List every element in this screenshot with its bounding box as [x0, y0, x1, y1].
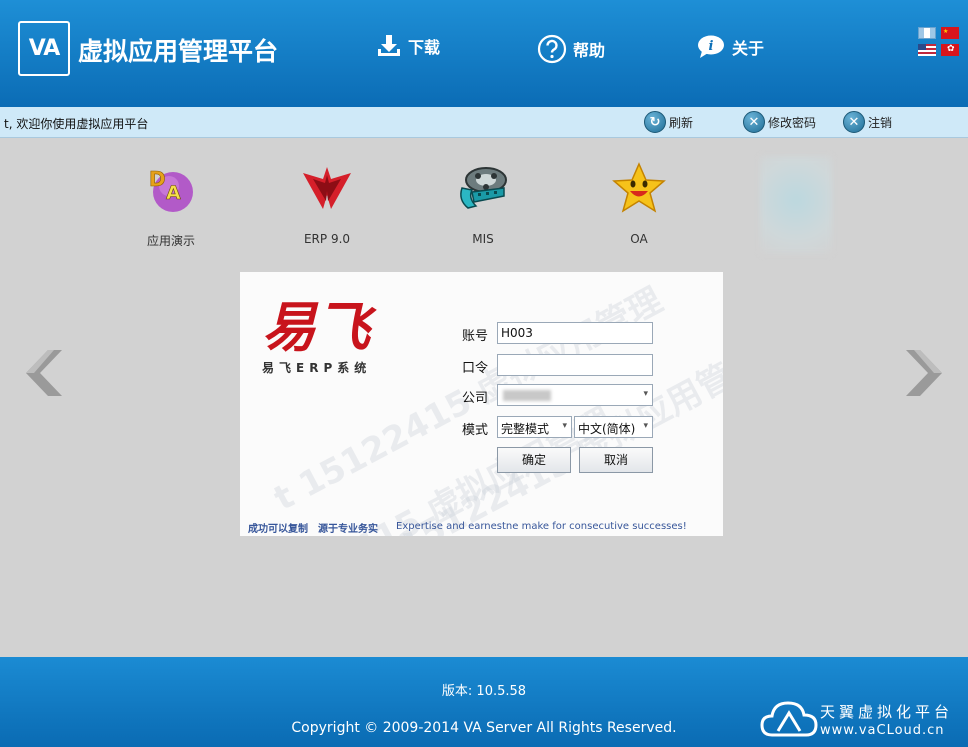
login-panel: t 15122415 虚拟应用管理 t 15122415 虚拟应用管理 t 15… — [240, 272, 723, 536]
svg-text:A: A — [166, 182, 181, 204]
yifei-logo-icon: 易飞 — [262, 295, 377, 359]
flag-hongkong-icon[interactable]: ✿ — [941, 44, 959, 56]
app-tile-oa[interactable]: OA — [589, 158, 689, 246]
header: VA 虚拟应用管理平台 下载 帮助 i 关于 ★ ✿ — [0, 0, 968, 107]
flag-guatemala-icon[interactable] — [918, 27, 936, 39]
nav-about[interactable]: i 关于 — [696, 34, 764, 60]
chevron-down-icon: ▾ — [643, 389, 648, 399]
download-icon — [378, 35, 400, 56]
tianyi-watermark: 天翼虚拟化平台 www.vaCLoud.cn — [760, 697, 949, 742]
refresh-icon: ↻ — [644, 111, 666, 133]
logout-button[interactable]: ✕ 注销 — [843, 111, 892, 133]
logout-label: 注销 — [868, 115, 893, 130]
nav-download-label: 下载 — [408, 38, 441, 57]
brand-logo: 易飞 — [262, 295, 402, 359]
cancel-button[interactable]: 取消 — [579, 447, 653, 473]
refresh-button[interactable]: ↻ 刷新 — [644, 111, 693, 133]
cloud-logo-icon — [760, 701, 818, 737]
version-text: 版本: 10.5.58 — [441, 684, 527, 699]
tianyi-name: 天翼虚拟化平台 — [820, 703, 954, 721]
footer: 版本: 10.5.58 Copyright © 2009-2014 VA Ser… — [0, 657, 968, 747]
app-tile-mis[interactable]: MIS — [433, 158, 533, 246]
app-tile-erp[interactable]: ERP 9.0 — [277, 158, 377, 246]
mode-select[interactable]: 完整模式 ▾ — [497, 416, 572, 438]
brand-logo-text: 易飞 — [262, 296, 377, 356]
app-tile-hidden[interactable] — [760, 156, 832, 254]
company-select[interactable]: ▾ — [497, 384, 653, 406]
nav-about-label: 关于 — [732, 39, 765, 58]
app-title: 虚拟应用管理平台 — [78, 37, 279, 66]
confirm-button[interactable]: 确定 — [497, 447, 571, 473]
chevron-down-icon: ▾ — [562, 421, 567, 431]
app-label-erp: ERP 9.0 — [303, 232, 351, 246]
language-value: 中文(简体) — [578, 422, 636, 436]
mode-label: 模式 — [462, 423, 489, 438]
close-icon: ✕ — [843, 111, 865, 133]
app-label-oa: OA — [630, 232, 648, 246]
slogan-english: Expertise and earnestne make for consecu… — [396, 521, 687, 532]
brand-subtitle: 易飞ERP系统 — [262, 361, 372, 375]
svg-text:D: D — [149, 167, 166, 191]
da-demo-icon: D A — [141, 158, 201, 218]
company-value-redacted — [503, 390, 551, 401]
app-tile-demo[interactable]: D A 应用演示 — [121, 158, 221, 249]
refresh-label: 刷新 — [669, 115, 694, 130]
language-select[interactable]: 中文(简体) ▾ — [574, 416, 653, 438]
star-face-icon — [609, 158, 669, 218]
prev-arrow-icon[interactable] — [22, 348, 66, 398]
toolbar: t, 欢迎你使用虚拟应用平台 ↻ 刷新 ✕ 修改密码 ✕ 注销 — [0, 107, 968, 138]
nav-help[interactable]: 帮助 — [537, 34, 605, 64]
va-logo: VA — [18, 21, 70, 76]
flag-usa-icon[interactable] — [918, 44, 936, 56]
help-icon — [537, 34, 567, 64]
svg-text:i: i — [709, 39, 714, 54]
account-input[interactable] — [497, 322, 653, 344]
chevron-down-icon: ▾ — [643, 421, 648, 431]
company-label: 公司 — [462, 391, 489, 406]
nav-help-label: 帮助 — [573, 41, 606, 60]
erp-icon — [297, 158, 357, 218]
change-password-button[interactable]: ✕ 修改密码 — [743, 111, 816, 133]
change-password-label: 修改密码 — [768, 115, 817, 130]
film-reel-icon — [453, 158, 513, 218]
account-label: 账号 — [462, 329, 489, 344]
next-arrow-icon[interactable] — [902, 348, 946, 398]
info-icon: i — [698, 35, 724, 58]
language-flags: ★ ✿ — [918, 27, 960, 59]
tools-icon: ✕ — [743, 111, 765, 133]
password-label: 口令 — [462, 361, 489, 376]
slogan-chinese: 成功可以复制 源于专业务实 — [248, 524, 378, 535]
app-label-mis: MIS — [472, 232, 494, 246]
tianyi-url: www.vaCLoud.cn — [820, 723, 945, 738]
password-input[interactable] — [497, 354, 653, 376]
mode-value: 完整模式 — [501, 422, 550, 436]
app-label-demo: 应用演示 — [146, 234, 195, 248]
flag-china-icon[interactable]: ★ — [941, 27, 959, 39]
welcome-text: t, 欢迎你使用虚拟应用平台 — [4, 117, 149, 131]
nav-download[interactable]: 下载 — [376, 34, 440, 58]
